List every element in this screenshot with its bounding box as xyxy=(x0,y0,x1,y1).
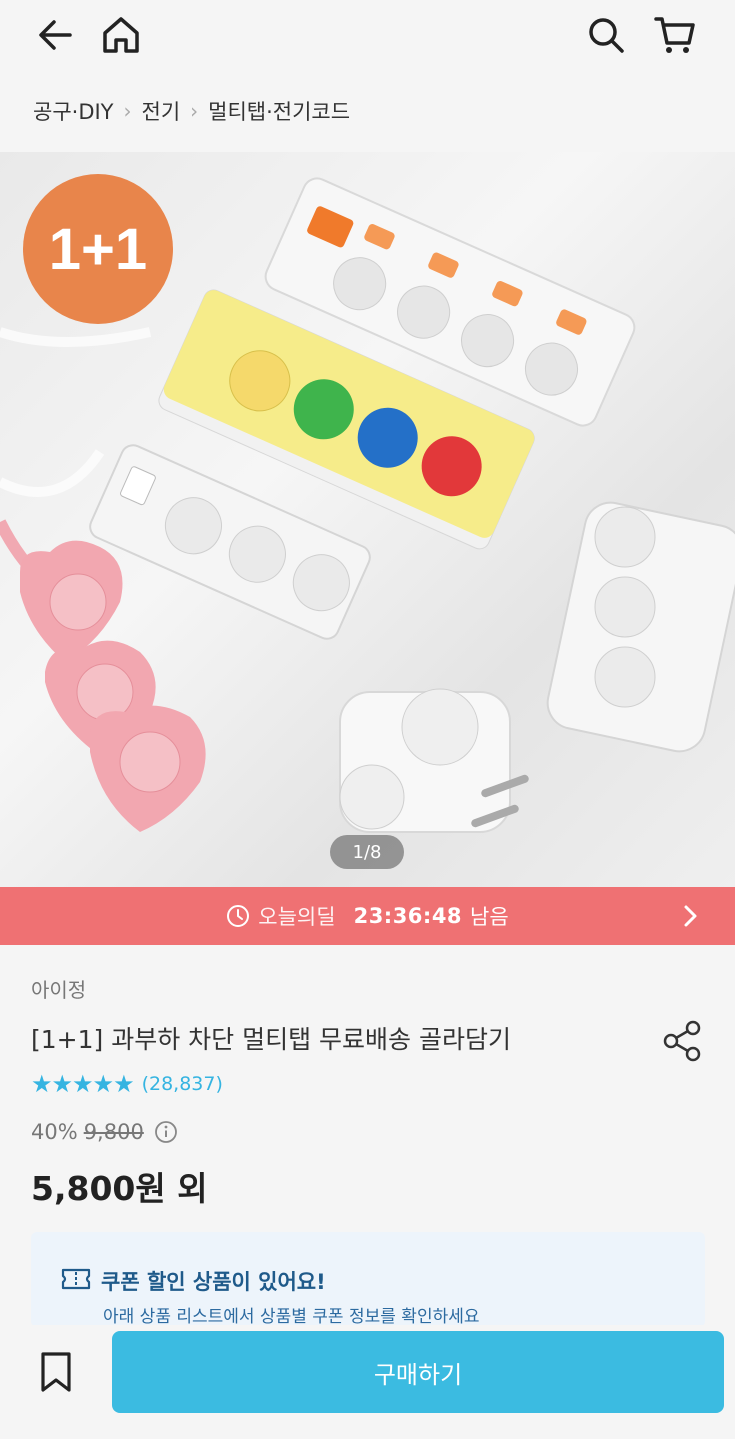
clock-icon xyxy=(226,904,250,928)
original-price: 9,800 xyxy=(83,1120,144,1144)
star-rating: ★★★★★ xyxy=(31,1070,135,1098)
coupon-subtitle: 아래 상품 리스트에서 상품별 쿠폰 정보를 확인하세요 xyxy=(103,1307,480,1327)
coupon-title: 쿠폰 할인 상품이 있어요! xyxy=(101,1270,326,1294)
buy-button[interactable]: 구매하기 xyxy=(112,1331,724,1413)
discount-row: 40% 9,800 xyxy=(31,1120,178,1144)
breadcrumb-item[interactable]: 멀티탭·전기코드 xyxy=(208,96,350,126)
info-icon[interactable] xyxy=(154,1120,178,1144)
chevron-right-icon xyxy=(679,903,701,934)
one-plus-one-badge: 1+1 xyxy=(23,174,173,324)
breadcrumb: 공구·DIY › 전기 › 멀티탭·전기코드 xyxy=(33,96,350,126)
chevron-right-icon: › xyxy=(123,99,132,123)
sale-price: 5,800원 외 xyxy=(31,1169,208,1208)
breadcrumb-item[interactable]: 공구·DIY xyxy=(33,96,114,126)
search-icon[interactable] xyxy=(583,12,629,58)
discount-rate: 40% xyxy=(31,1120,78,1144)
home-icon[interactable] xyxy=(98,12,144,58)
coupon-icon xyxy=(61,1266,91,1296)
review-count[interactable]: (28,837) xyxy=(142,1073,223,1095)
back-arrow-icon[interactable] xyxy=(32,12,78,58)
deal-countdown: 23:36:48 xyxy=(353,904,463,928)
top-nav-bar xyxy=(0,0,735,72)
chevron-right-icon: › xyxy=(190,99,199,123)
deal-suffix: 남음 xyxy=(470,905,509,929)
share-icon[interactable] xyxy=(660,1018,706,1068)
bottom-action-bar: 구매하기 xyxy=(0,1325,735,1439)
product-title: [1+1] 과부하 차단 멀티탭 무료배송 골라담기 xyxy=(31,1025,512,1054)
breadcrumb-item[interactable]: 전기 xyxy=(142,96,181,126)
product-image[interactable]: 1+1 1/8 xyxy=(0,152,735,887)
todays-deal-bar[interactable]: 오늘의딜 23:36:48 남음 xyxy=(0,887,735,945)
rating-row[interactable]: ★★★★★ (28,837) xyxy=(31,1070,223,1098)
coupon-notice[interactable]: 쿠폰 할인 상품이 있어요! 아래 상품 리스트에서 상품별 쿠폰 정보를 확인… xyxy=(31,1232,705,1327)
cart-icon[interactable] xyxy=(652,12,698,58)
deal-label: 오늘의딜 xyxy=(258,905,336,929)
brand-name[interactable]: 아이정 xyxy=(31,974,86,1003)
bookmark-icon[interactable] xyxy=(36,1349,76,1395)
image-pager: 1/8 xyxy=(330,835,404,869)
